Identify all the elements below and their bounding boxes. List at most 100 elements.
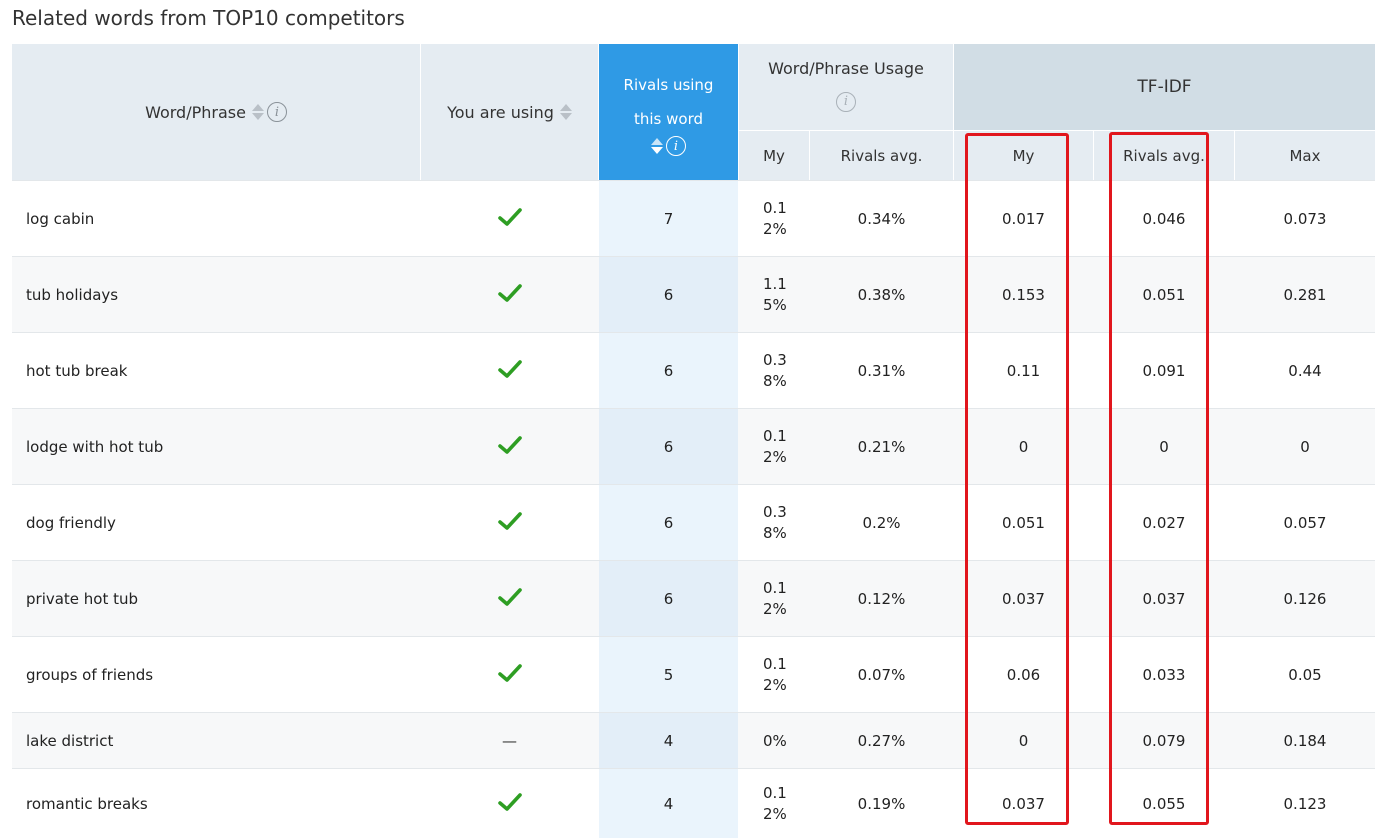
tfidf-my-cell: 0.153 [1002, 286, 1045, 304]
word-phrase-cell: lake district [26, 732, 114, 750]
tfidf-rivals-avg-cell: 0.037 [1142, 590, 1186, 608]
tfidf-my-cell: 0.06 [1006, 666, 1041, 684]
check-icon-svg [497, 208, 522, 226]
header-word-phrase[interactable]: Word/Phrase i [12, 44, 420, 180]
header-usage-group-label: Word/Phrase Usage [768, 58, 924, 78]
tfidf-max-cell: 0.184 [1283, 732, 1327, 750]
tfidf-rivals-avg-cell: 0 [1159, 438, 1169, 456]
check-icon-svg [497, 512, 522, 530]
table-row[interactable]: log cabin 7 0.1 2% 0.34% 0.017 0.046 0.073 [12, 180, 1375, 257]
check-icon [421, 485, 598, 557]
header-tfidf-rivals-avg[interactable]: Rivals avg. [1094, 131, 1234, 180]
table-row[interactable]: lodge with hot tub 6 0.1 2% 0.21% 0 0 0 [12, 408, 1375, 485]
usage-rivals-avg-cell: 0.07% [857, 666, 906, 684]
sort-arrows-icon[interactable] [651, 138, 663, 154]
tfidf-max-cell: 0.281 [1283, 286, 1327, 304]
word-phrase-cell: private hot tub [26, 590, 139, 608]
tfidf-max-cell: 0.44 [1288, 362, 1322, 380]
tfidf-max-cell: 0.057 [1283, 514, 1327, 532]
sort-arrows-icon[interactable] [559, 104, 572, 120]
usage-rivals-avg-cell: 0.2% [862, 514, 901, 532]
word-phrase-cell: log cabin [26, 210, 95, 228]
header-tfidf-my[interactable]: My [954, 131, 1093, 180]
tfidf-rivals-avg-cell: 0.055 [1142, 794, 1186, 813]
check-icon [421, 409, 598, 481]
usage-rivals-avg-cell: 0.38% [857, 286, 906, 304]
info-icon[interactable]: i [266, 102, 287, 122]
header-tfidf-group: TF-IDF [954, 44, 1375, 130]
check-icon-svg [497, 436, 522, 454]
tfidf-rivals-avg-cell: 0.079 [1142, 732, 1186, 750]
check-icon [421, 181, 598, 253]
check-icon [421, 637, 598, 709]
tfidf-rivals-avg-cell: 0.091 [1142, 362, 1186, 380]
word-phrase-cell: dog friendly [26, 514, 116, 532]
check-icon [421, 257, 598, 329]
usage-rivals-avg-cell: 0.34% [857, 210, 906, 228]
usage-my-cell: 0.1 2% [763, 655, 787, 694]
rivals-count-cell: 6 [663, 286, 674, 304]
word-phrase-cell: tub holidays [26, 286, 119, 304]
table-row[interactable]: groups of friends 5 0.1 2% 0.07% 0.06 0.033 0.… [12, 636, 1375, 713]
word-phrase-cell: hot tub break [26, 362, 128, 380]
header-rivals-using[interactable]: Rivals using this word i [599, 44, 738, 180]
info-icon[interactable]: i [666, 136, 686, 156]
tfidf-my-cell: 0.11 [1006, 362, 1041, 380]
usage-rivals-avg-cell: 0.21% [857, 438, 906, 456]
tfidf-rivals-avg-cell: 0.027 [1142, 514, 1186, 532]
related-words-table: Word/Phrase i You are using Rivals using… [12, 44, 1375, 838]
usage-my-cell: 0.1 2% [763, 427, 787, 466]
check-icon [421, 333, 598, 405]
check-icon [421, 561, 598, 633]
header-usage-my[interactable]: My [739, 131, 809, 180]
check-icon-svg [497, 664, 522, 682]
check-icon-svg [497, 588, 522, 606]
rivals-count-cell: 4 [663, 794, 674, 813]
usage-my-cell: 0.1 2% [763, 199, 787, 238]
check-icon-svg [497, 284, 522, 302]
table-row[interactable]: tub holidays 6 1.1 5% 0.38% 0.153 0.051 0.281 [12, 256, 1375, 333]
usage-my-cell: 0% [763, 731, 787, 750]
tfidf-my-cell: 0.017 [1002, 210, 1045, 228]
table-row[interactable]: lake district — 4 0% 0.27% 0 0.079 0.184 [12, 712, 1375, 769]
usage-my-cell: 1.1 5% [763, 275, 787, 314]
table-row[interactable]: dog friendly 6 0.3 8% 0.2% 0.051 0.027 0.057 [12, 484, 1375, 561]
rivals-count-cell: 6 [663, 438, 674, 456]
rivals-count-cell: 7 [663, 210, 674, 228]
usage-rivals-avg-cell: 0.31% [857, 362, 906, 380]
info-icon[interactable]: i [836, 91, 856, 112]
check-icon-svg [497, 792, 522, 811]
rivals-count-cell: 6 [663, 362, 674, 380]
sort-arrows-icon[interactable] [251, 104, 264, 120]
header-tfidf-max[interactable]: Max [1235, 131, 1375, 180]
table-row[interactable]: private hot tub 6 0.1 2% 0.12% 0.037 0.037 0.1… [12, 560, 1375, 637]
usage-my-cell: 0.1 2% [763, 783, 787, 823]
tfidf-my-cell: 0.051 [1002, 514, 1045, 532]
tfidf-max-cell: 0.123 [1283, 794, 1327, 813]
table-row[interactable]: hot tub break 6 0.3 8% 0.31% 0.11 0.091 0.44 [12, 332, 1375, 409]
table-row[interactable]: romantic breaks 4 0.1 2% 0.19% 0.037 0.055 0.1… [12, 768, 1375, 838]
header-you-are-using[interactable]: You are using [421, 44, 598, 180]
usage-my-cell: 0.1 2% [763, 579, 787, 618]
tfidf-rivals-avg-cell: 0.033 [1142, 666, 1186, 684]
not-using-dash: — [502, 732, 517, 750]
usage-rivals-avg-cell: 0.19% [857, 794, 906, 813]
tfidf-my-cell: 0 [1018, 438, 1029, 456]
tfidf-max-cell: 0 [1300, 438, 1310, 456]
rivals-count-cell: 4 [663, 732, 674, 750]
tfidf-max-cell: 0.073 [1283, 210, 1327, 228]
tfidf-rivals-avg-cell: 0.046 [1142, 210, 1186, 228]
rivals-count-cell: 5 [663, 666, 674, 684]
tfidf-my-cell: 0.037 [1002, 590, 1045, 608]
tfidf-max-cell: 0.05 [1288, 666, 1322, 684]
header-word-phrase-label: Word/Phrase [145, 102, 246, 122]
tfidf-my-cell: 0 [1018, 732, 1029, 750]
usage-rivals-avg-cell: 0.12% [857, 590, 906, 608]
header-rivals-using-line1: Rivals using [623, 76, 714, 94]
word-phrase-cell: lodge with hot tub [26, 438, 164, 456]
header-rivals-using-line2: this word [633, 110, 703, 128]
header-usage-rivals-avg[interactable]: Rivals avg. [810, 131, 953, 180]
header-you-are-using-label: You are using [447, 102, 554, 122]
usage-my-cell: 0.3 8% [763, 503, 787, 542]
word-phrase-cell: romantic breaks [26, 794, 148, 813]
